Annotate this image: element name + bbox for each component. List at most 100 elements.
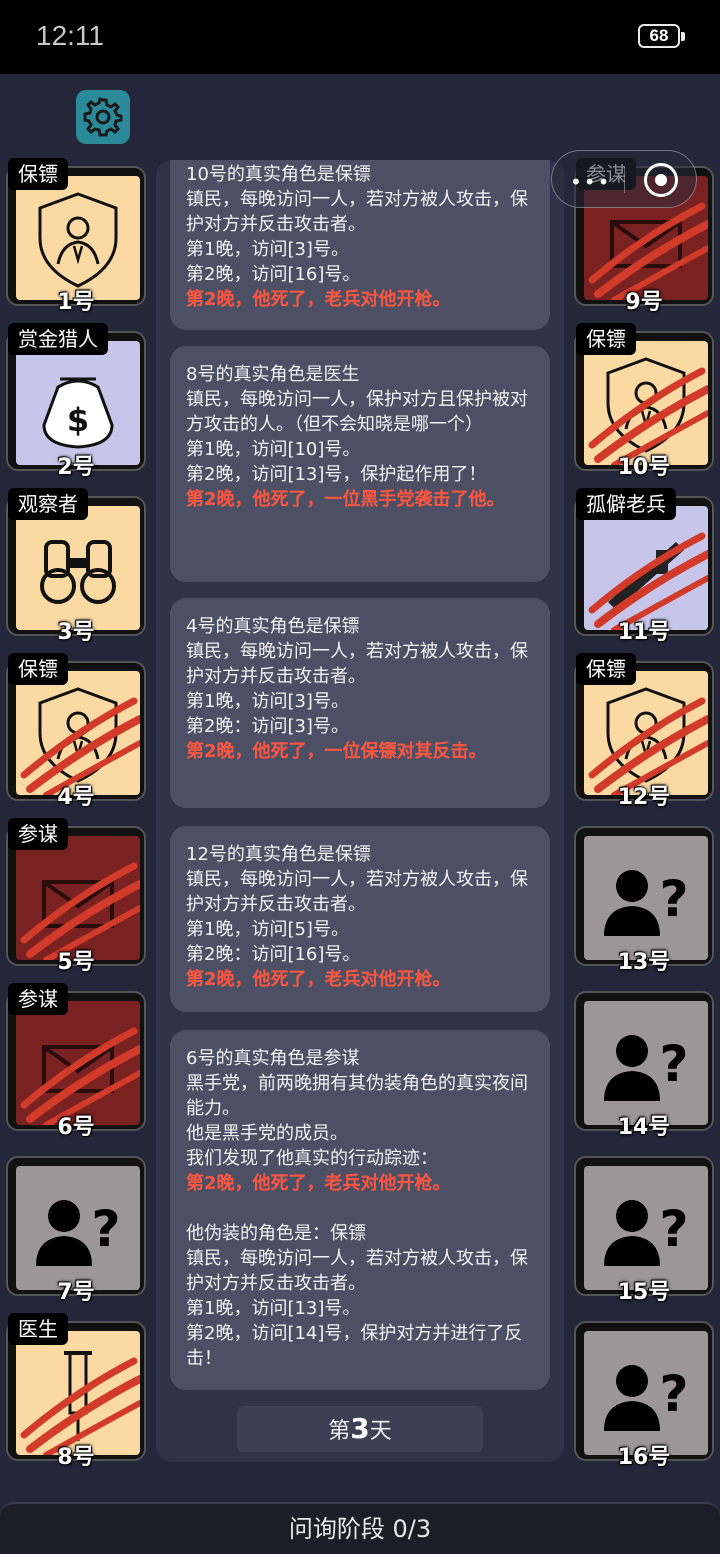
bodyguard-role-icon bbox=[20, 687, 140, 795]
role-tag: 保镖 bbox=[576, 653, 636, 685]
player-card-left-4[interactable]: 保镖 4号 bbox=[6, 653, 146, 810]
message-text: 6号的真实角色是参谋 黑手党，前两晚拥有其伪装角色的真实夜间能力。 他是黑手党的… bbox=[186, 1048, 528, 1169]
role-tag: 医生 bbox=[8, 1313, 68, 1345]
player-card-right-6[interactable]: ? 14号 bbox=[574, 991, 714, 1140]
unknown-role-icon: ? bbox=[604, 870, 689, 936]
day-number: 3 bbox=[350, 1412, 370, 1445]
player-card-right-2[interactable]: 保镖 10号 bbox=[574, 323, 714, 480]
settings-button[interactable] bbox=[76, 90, 130, 144]
role-tag: 参谋 bbox=[8, 983, 68, 1015]
day-suffix: 天 bbox=[369, 1419, 392, 1444]
svg-text:$: $ bbox=[67, 401, 89, 439]
message-text: 12号的真实角色是保镖 镇民，每晚访问一人，若对方被人攻击，保护对方并反击攻击者… bbox=[186, 844, 528, 965]
unknown-role-icon: ? bbox=[36, 1200, 121, 1266]
unknown-role-icon: ? bbox=[604, 1035, 689, 1101]
player-card-left-2[interactable]: $ 赏金猎人 2号 bbox=[6, 323, 146, 480]
close-target-icon[interactable] bbox=[644, 163, 678, 197]
disguise-text: 他伪装的角色是：保镖 镇民，每晚访问一人，若对方被人攻击，保护对方并反击攻击者。… bbox=[186, 1223, 528, 1369]
player-card-left-7[interactable]: ? 7号 bbox=[6, 1156, 146, 1305]
death-cause-text: 第2晚，他死了，一位保镖对其反击。 bbox=[186, 741, 487, 762]
death-cause-text: 第2晚，他死了，老兵对他开枪。 bbox=[186, 289, 451, 310]
svg-text:?: ? bbox=[659, 1035, 688, 1093]
player-card-right-4[interactable]: 保镖 12号 bbox=[574, 653, 714, 810]
player-number: 11号 bbox=[617, 620, 671, 645]
player-card-right-5[interactable]: ? 13号 bbox=[574, 826, 714, 975]
role-tag: 孤僻老兵 bbox=[576, 488, 676, 520]
day-indicator: 第3天 bbox=[237, 1406, 483, 1452]
status-time: 12:11 bbox=[36, 20, 104, 51]
player-number: 2号 bbox=[57, 455, 95, 480]
player-number: 14号 bbox=[617, 1115, 671, 1140]
player-card-left-1[interactable]: 保镖 1号 bbox=[6, 158, 146, 315]
player-card-right-8[interactable]: ? 16号 bbox=[574, 1321, 714, 1470]
player-card-left-8[interactable]: 医生 8号 bbox=[6, 1313, 146, 1470]
player-portrait: ? bbox=[584, 836, 708, 960]
role-tag: 保镖 bbox=[8, 158, 68, 190]
player-portrait bbox=[16, 671, 140, 795]
player-portrait: ? bbox=[16, 1166, 140, 1290]
player-card-left-6[interactable]: 参谋 6号 bbox=[6, 983, 146, 1140]
player-number: 7号 bbox=[57, 1280, 95, 1305]
day-prefix: 第 bbox=[328, 1419, 351, 1444]
player-portrait bbox=[16, 176, 140, 300]
battery-icon: 68 bbox=[638, 24, 680, 48]
unknown-role-icon: ? bbox=[604, 1365, 689, 1431]
player-number: 9号 bbox=[625, 290, 663, 315]
doctor-role-icon bbox=[20, 1351, 140, 1455]
player-portrait bbox=[584, 671, 708, 795]
role-tag: 保镖 bbox=[8, 653, 68, 685]
player-portrait bbox=[584, 341, 708, 465]
player-portrait: ? bbox=[584, 1166, 708, 1290]
death-cause-text: 第2晚，他死了，一位黑手党袭击了他。 bbox=[186, 489, 505, 510]
role-tag: 参谋 bbox=[8, 818, 68, 850]
death-report-panel[interactable]: 10号的真实角色是保镖 镇民，每晚访问一人，若对方被人攻击，保护对方并反击攻击者… bbox=[156, 160, 564, 1462]
death-report-message: 10号的真实角色是保镖 镇民，每晚访问一人，若对方被人攻击，保护对方并反击攻击者… bbox=[170, 160, 550, 330]
battery-tip bbox=[681, 32, 685, 41]
phase-bar[interactable]: 问询阶段 0/3 bbox=[0, 1502, 720, 1554]
player-portrait: $ bbox=[16, 341, 140, 465]
death-cause-text: 第2晚，他死了，老兵对他开枪。 bbox=[186, 1173, 451, 1194]
player-card-left-5[interactable]: 参谋 5号 bbox=[6, 818, 146, 975]
player-number: 8号 bbox=[57, 1445, 95, 1470]
hunter-role-icon: $ bbox=[42, 377, 114, 449]
player-number: 4号 bbox=[57, 785, 95, 810]
gear-icon bbox=[83, 97, 123, 137]
capsule-divider bbox=[624, 167, 625, 193]
player-card-right-3[interactable]: 孤僻老兵 11号 bbox=[574, 488, 714, 645]
player-number: 6号 bbox=[57, 1115, 95, 1140]
player-number: 12号 bbox=[617, 785, 671, 810]
watcher-role-icon bbox=[40, 540, 116, 604]
death-report-message: 8号的真实角色是医生 镇民，每晚访问一人，保护对方且保护被对方攻击的人。（但不会… bbox=[170, 346, 550, 582]
player-number: 10号 bbox=[617, 455, 671, 480]
more-menu-button[interactable]: ••• bbox=[570, 170, 611, 194]
death-report-message: 12号的真实角色是保镖 镇民，每晚访问一人，若对方被人攻击，保护对方并反击攻击者… bbox=[170, 826, 550, 1012]
player-number: 3号 bbox=[57, 620, 95, 645]
message-text: 4号的真实角色是保镖 镇民，每晚访问一人，若对方被人攻击，保护对方并反击攻击者。… bbox=[186, 616, 528, 737]
player-portrait bbox=[16, 1331, 140, 1455]
bodyguard-role-icon bbox=[588, 357, 708, 465]
player-number: 1号 bbox=[57, 290, 95, 315]
player-card-left-3[interactable]: 观察者 3号 bbox=[6, 488, 146, 645]
mini-program-capsule: ••• bbox=[551, 150, 697, 208]
player-portrait bbox=[584, 506, 708, 630]
player-number: 15号 bbox=[617, 1280, 671, 1305]
bodyguard-role-icon bbox=[38, 192, 118, 288]
death-report-message: 6号的真实角色是参谋 黑手党，前两晚拥有其伪装角色的真实夜间能力。 他是黑手党的… bbox=[170, 1030, 550, 1390]
player-portrait: ? bbox=[584, 1001, 708, 1125]
svg-text:?: ? bbox=[659, 1365, 688, 1423]
message-text: 8号的真实角色是医生 镇民，每晚访问一人，保护对方且保护被对方攻击的人。（但不会… bbox=[186, 364, 528, 485]
player-portrait bbox=[16, 836, 140, 960]
svg-text:?: ? bbox=[659, 870, 688, 928]
message-text: 10号的真实角色是保镖 镇民，每晚访问一人，若对方被人攻击，保护对方并反击攻击者… bbox=[186, 164, 528, 285]
svg-text:?: ? bbox=[91, 1200, 120, 1258]
status-bar: 12:11 68 bbox=[0, 0, 720, 74]
role-tag: 保镖 bbox=[576, 323, 636, 355]
player-portrait bbox=[16, 1001, 140, 1125]
player-card-right-7[interactable]: ? 15号 bbox=[574, 1156, 714, 1305]
player-number: 16号 bbox=[617, 1445, 671, 1470]
svg-text:?: ? bbox=[659, 1200, 688, 1258]
consig-role-icon bbox=[20, 862, 140, 960]
player-portrait bbox=[16, 506, 140, 630]
role-tag: 观察者 bbox=[8, 488, 88, 520]
player-portrait: ? bbox=[584, 1331, 708, 1455]
